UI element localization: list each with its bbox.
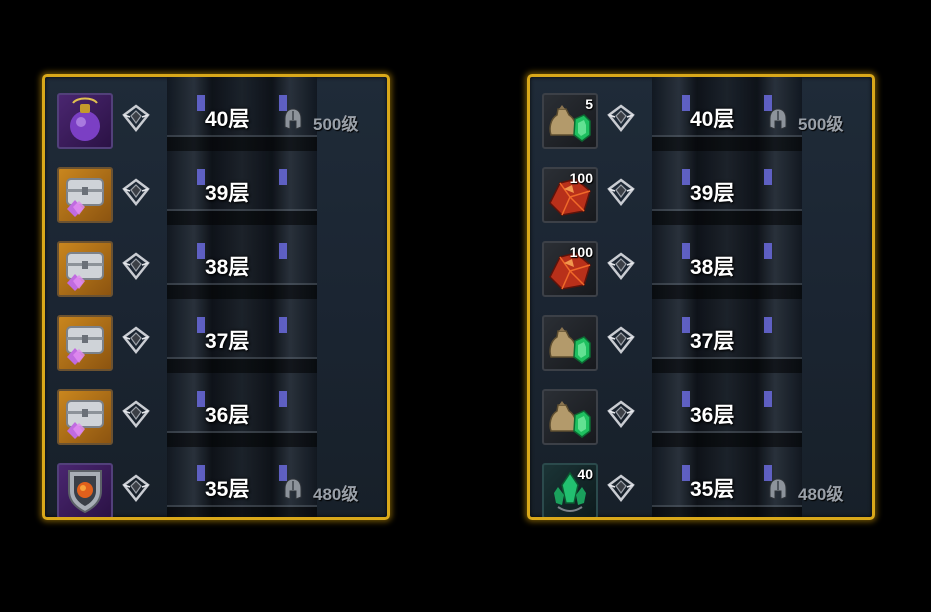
helmet-icon [283, 108, 303, 130]
floor-label: 37层 [690, 330, 735, 353]
level-requirement: 500级 [798, 115, 844, 134]
silver-chest-icon [59, 243, 111, 295]
silver-chest-icon [59, 391, 111, 443]
purple-potion-icon [59, 95, 111, 147]
helmet-icon [283, 478, 303, 500]
diamond-rank-icon [606, 473, 636, 503]
diamond-rank-icon [121, 325, 151, 355]
reward-item-slot[interactable] [57, 463, 113, 517]
diamond-rank-icon [121, 177, 151, 207]
floor-row[interactable]: 40 35层 480级 [530, 451, 872, 517]
diamond-rank-icon [121, 473, 151, 503]
diamond-rank-icon [121, 251, 151, 281]
right-reward-panel: 5 40层 500级 100 39层 100 38层 37层 36层 40 35层 480级 [527, 74, 875, 520]
reward-item-slot[interactable] [57, 241, 113, 297]
reward-item-slot[interactable] [57, 167, 113, 223]
floor-row[interactable]: 100 39层 [530, 155, 872, 229]
floor-label: 39层 [690, 182, 735, 205]
floor-label: 35层 [690, 478, 735, 501]
level-requirement: 500级 [313, 115, 359, 134]
helmet-icon [768, 108, 788, 130]
item-quantity: 100 [569, 244, 593, 260]
floor-row[interactable]: 5 40层 500级 [530, 81, 872, 155]
silver-chest-icon [59, 317, 111, 369]
floor-row[interactable]: 100 38层 [530, 229, 872, 303]
floor-row[interactable]: 37层 [530, 303, 872, 377]
level-requirement: 480级 [798, 485, 844, 504]
diamond-rank-icon [606, 399, 636, 429]
money-bag-gem-icon [544, 317, 596, 369]
reward-item-slot[interactable]: 40 [542, 463, 598, 517]
floor-label: 36层 [690, 404, 735, 427]
floor-label: 40层 [205, 108, 250, 131]
floor-label: 40层 [690, 108, 735, 131]
diamond-rank-icon [606, 325, 636, 355]
reward-item-slot[interactable] [542, 389, 598, 445]
floor-row[interactable]: 35层 480级 [45, 451, 387, 517]
shield-emblem-icon [59, 465, 111, 517]
reward-item-slot[interactable] [57, 315, 113, 371]
floor-label: 39层 [205, 182, 250, 205]
floor-row[interactable]: 39层 [45, 155, 387, 229]
floor-row[interactable]: 38层 [45, 229, 387, 303]
item-quantity: 40 [577, 466, 593, 482]
floor-label: 38层 [205, 256, 250, 279]
floor-row[interactable]: 36层 [530, 377, 872, 451]
left-reward-panel: 40层 500级 39层 38层 37层 36层 35层 480级 [42, 74, 390, 520]
floor-label: 38层 [690, 256, 735, 279]
floor-row[interactable]: 37层 [45, 303, 387, 377]
floor-label: 37层 [205, 330, 250, 353]
floor-row[interactable]: 40层 500级 [45, 81, 387, 155]
money-bag-gem-icon [544, 391, 596, 443]
silver-chest-icon [59, 169, 111, 221]
diamond-rank-icon [121, 399, 151, 429]
floor-row[interactable]: 36层 [45, 377, 387, 451]
item-quantity: 5 [585, 96, 593, 112]
floor-label: 36层 [205, 404, 250, 427]
reward-item-slot[interactable] [57, 389, 113, 445]
reward-item-slot[interactable] [542, 315, 598, 371]
level-requirement: 480级 [313, 485, 359, 504]
helmet-icon [768, 478, 788, 500]
reward-item-slot[interactable] [57, 93, 113, 149]
diamond-rank-icon [606, 251, 636, 281]
reward-item-slot[interactable]: 5 [542, 93, 598, 149]
reward-item-slot[interactable]: 100 [542, 167, 598, 223]
item-quantity: 100 [569, 170, 593, 186]
diamond-rank-icon [121, 103, 151, 133]
diamond-rank-icon [606, 103, 636, 133]
diamond-rank-icon [606, 177, 636, 207]
floor-label: 35层 [205, 478, 250, 501]
reward-item-slot[interactable]: 100 [542, 241, 598, 297]
